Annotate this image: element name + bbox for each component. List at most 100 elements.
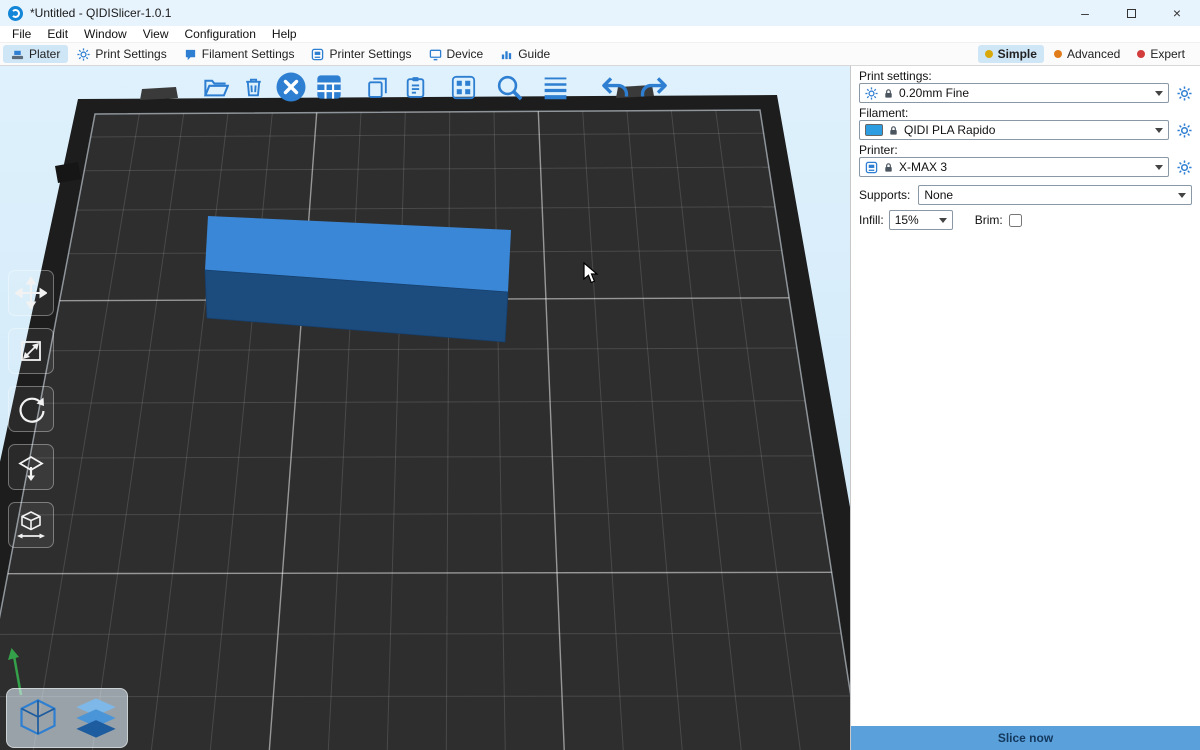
tab-device[interactable]: Device: [421, 45, 492, 63]
variable-layer-height-button[interactable]: [536, 68, 574, 106]
trash-icon: [241, 75, 266, 100]
minimize-button[interactable]: –: [1062, 0, 1108, 26]
tab-plater[interactable]: Plater: [3, 45, 68, 63]
window-controls: – ×: [1062, 0, 1200, 26]
tab-printer-settings-label: Printer Settings: [329, 47, 411, 61]
mode-simple[interactable]: Simple: [978, 45, 1044, 63]
brim-checkbox[interactable]: [1009, 214, 1022, 227]
brim-label: Brim:: [975, 213, 1003, 227]
viewport-toolbar: [196, 68, 672, 106]
lock-icon: [883, 88, 894, 99]
infill-combo[interactable]: 15%: [889, 210, 953, 230]
print-settings-label: Print settings:: [859, 69, 1200, 83]
mode-expert[interactable]: Expert: [1130, 45, 1192, 63]
printer-gear-button[interactable]: [1176, 159, 1192, 175]
layers-icon: [541, 73, 570, 102]
search-button[interactable]: [490, 68, 528, 106]
tab-bar: Plater Print Settings Filament Settings …: [0, 43, 1200, 66]
gear-icon: [1177, 123, 1192, 138]
filament-icon: [184, 48, 197, 61]
view-3d-editor-button[interactable]: [12, 692, 64, 744]
print-settings-value: 0.20mm Fine: [899, 86, 969, 100]
guide-icon: [500, 48, 513, 61]
delete-all-icon: [275, 71, 307, 103]
menu-view[interactable]: View: [135, 27, 177, 41]
plater-icon: [11, 48, 24, 61]
gizmo-scale-button[interactable]: [8, 328, 54, 374]
gizmo-rotate-button[interactable]: [8, 386, 54, 432]
gear-icon: [77, 48, 90, 61]
copy-button[interactable]: [358, 68, 396, 106]
menu-edit[interactable]: Edit: [39, 27, 76, 41]
menu-help[interactable]: Help: [264, 27, 305, 41]
filament-combo[interactable]: QIDI PLA Rapido: [859, 120, 1169, 140]
filament-gear-button[interactable]: [1176, 122, 1192, 138]
main-area: Print settings: 0.20mm Fine Filament: QI…: [0, 66, 1200, 750]
redo-icon: [638, 72, 669, 103]
paste-button[interactable]: [396, 68, 434, 106]
open-project-button[interactable]: [196, 68, 234, 106]
slice-now-button[interactable]: Slice now: [851, 726, 1200, 750]
settings-panel: Print settings: 0.20mm Fine Filament: QI…: [850, 66, 1200, 750]
tab-device-label: Device: [447, 47, 484, 61]
menu-file[interactable]: File: [4, 27, 39, 41]
app-window: *Untitled - QIDISlicer-1.0.1 – × File Ed…: [0, 0, 1200, 750]
mode-expert-label: Expert: [1150, 47, 1185, 61]
mode-advanced[interactable]: Advanced: [1047, 45, 1127, 63]
chevron-down-icon: [1178, 193, 1186, 198]
tab-guide[interactable]: Guide: [492, 45, 558, 63]
layers-preview-icon: [72, 696, 120, 740]
chevron-down-icon: [1155, 128, 1163, 133]
menu-window[interactable]: Window: [76, 27, 135, 41]
close-button[interactable]: ×: [1154, 0, 1200, 26]
lock-icon: [888, 125, 899, 136]
move-icon: [15, 277, 47, 309]
app-logo-icon: [8, 6, 23, 21]
mode-switcher: Simple Advanced Expert: [978, 45, 1197, 63]
chevron-down-icon: [1155, 165, 1163, 170]
redo-button[interactable]: [634, 68, 672, 106]
tab-print-settings-label: Print Settings: [95, 47, 166, 61]
filament-color-swatch: [865, 124, 883, 136]
search-icon: [494, 72, 525, 103]
view-preview-button[interactable]: [70, 692, 122, 744]
split-icon: [450, 74, 477, 101]
print-settings-gear-button[interactable]: [1176, 85, 1192, 101]
arrange-button[interactable]: [310, 68, 348, 106]
tab-plater-label: Plater: [29, 47, 60, 61]
place-on-face-icon: [15, 451, 47, 483]
delete-all-button[interactable]: [272, 68, 310, 106]
supports-combo[interactable]: None: [918, 185, 1192, 205]
chevron-down-icon: [1155, 91, 1163, 96]
gizmo-move-button[interactable]: [8, 270, 54, 316]
undo-button[interactable]: [596, 68, 634, 106]
gizmo-measure-button[interactable]: [8, 502, 54, 548]
tab-guide-label: Guide: [518, 47, 550, 61]
arrange-icon: [315, 73, 343, 101]
simple-mode-dot-icon: [985, 50, 993, 58]
window-title: *Untitled - QIDISlicer-1.0.1: [30, 6, 171, 20]
split-button[interactable]: [444, 68, 482, 106]
title-bar[interactable]: *Untitled - QIDISlicer-1.0.1 – ×: [0, 0, 1200, 26]
filament-value: QIDI PLA Rapido: [904, 123, 995, 137]
supports-value: None: [924, 188, 953, 202]
menu-configuration[interactable]: Configuration: [177, 27, 264, 41]
gear-icon: [1177, 160, 1192, 175]
print-settings-combo[interactable]: 0.20mm Fine: [859, 83, 1169, 103]
print-bed-surface[interactable]: [0, 110, 850, 750]
tab-filament-settings-label: Filament Settings: [202, 47, 295, 61]
tab-filament-settings[interactable]: Filament Settings: [176, 45, 303, 63]
cube-3d-icon: [16, 696, 60, 740]
viewport-3d[interactable]: [0, 66, 850, 750]
copy-icon: [365, 75, 390, 100]
print-bed-scene[interactable]: [0, 66, 850, 750]
printer-combo[interactable]: X-MAX 3: [859, 157, 1169, 177]
gizmo-place-on-face-button[interactable]: [8, 444, 54, 490]
tab-print-settings[interactable]: Print Settings: [69, 45, 174, 63]
measure-icon: [15, 509, 47, 541]
rotate-icon: [15, 393, 47, 425]
tab-printer-settings[interactable]: Printer Settings: [303, 45, 419, 63]
printer-label: Printer:: [859, 143, 1200, 157]
maximize-button[interactable]: [1108, 0, 1154, 26]
delete-button[interactable]: [234, 68, 272, 106]
